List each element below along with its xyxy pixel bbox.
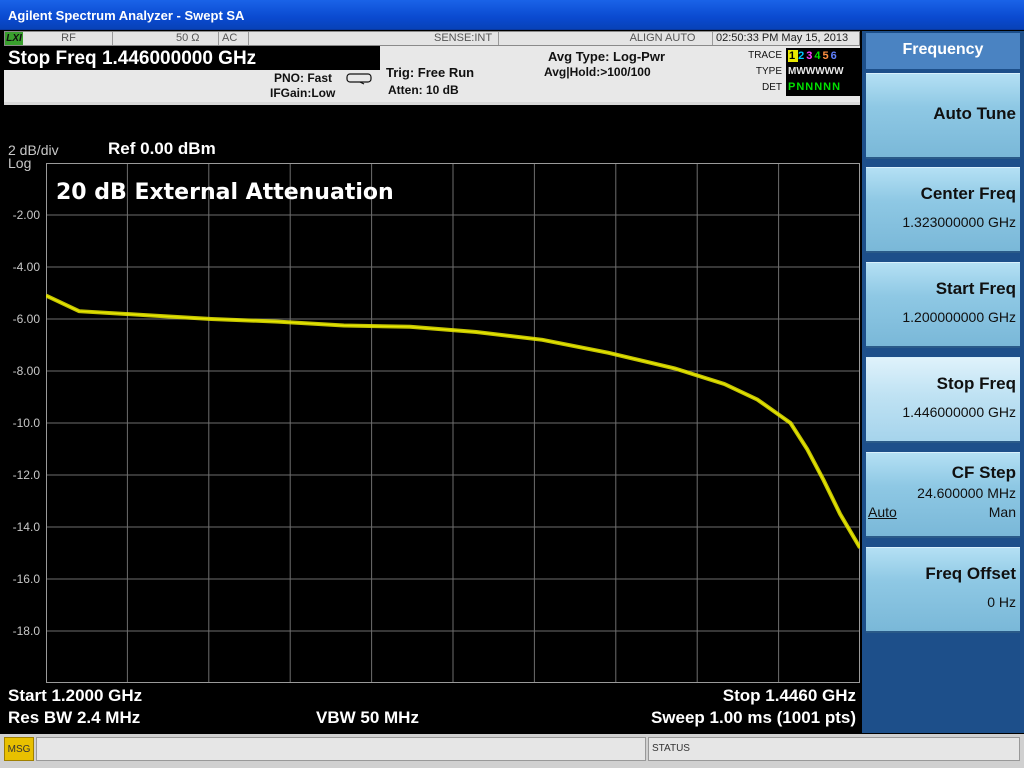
freq-offset-label: Freq Offset [925,564,1016,583]
y-tick-label: -4.00 [12,260,40,274]
start-freq-label: Start 1.2000 GHz [8,686,143,705]
y-tick-label: -14.0 [12,520,40,534]
msg-button[interactable]: MSG [4,737,34,761]
active-function-readout: Stop Freq 1.446000000 GHz [4,46,380,70]
y-tick-label: -18.0 [12,624,40,638]
log-label: Log [8,155,32,171]
res-bw-label: Res BW 2.4 MHz [8,708,141,727]
freq-offset-value: 0 Hz [987,594,1016,610]
y-tick-label: -8.00 [12,364,40,378]
y-tick-label: -6.00 [12,312,40,326]
cf-step-auto-option[interactable]: Auto [868,504,897,520]
graticule[interactable] [46,163,860,683]
start-freq-button[interactable]: Start Freq 1.200000000 GHz [866,262,1020,348]
freq-offset-button[interactable]: Freq Offset 0 Hz [866,547,1020,633]
sweep-label: Sweep 1.00 ms (1001 pts) [650,708,856,727]
cf-step-value: 24.600000 MHz [917,485,1016,501]
trace-6-number: 6 [830,50,839,62]
trace-1-number: 1 [788,50,799,62]
y-tick-label: -16.0 [12,572,40,586]
rf-indicator: RF [25,32,113,45]
trace-4-number: 4 [814,50,823,62]
menu-title: Frequency [866,33,1020,69]
auto-tune-label: Auto Tune [933,104,1016,123]
trace-status-box: 123456 MWWWWW PNNNNN [786,48,860,96]
auto-tune-button[interactable]: Auto Tune [866,73,1020,159]
datetime-display: 02:50:33 PM May 15, 2013 [716,32,849,44]
type-label: TYPE [755,66,782,77]
center-freq-label: Center Freq [920,184,1016,203]
softkey-panel: Frequency Auto Tune Center Freq 1.323000… [862,31,1024,733]
stop-freq-value: 1.446000000 GHz [902,404,1016,420]
align-indicator: ALIGN AUTO [613,32,713,45]
trigger-setting: Trig: Free Run [386,65,475,80]
center-freq-value: 1.323000000 GHz [902,214,1016,230]
vbw-label: VBW 50 MHz [316,708,419,727]
cf-step-label: CF Step [951,463,1016,482]
status-row: LXI RF 50 Ω AC SENSE:INT ALIGN AUTO 02:5… [4,31,860,46]
trace-5-number: 5 [822,50,831,62]
impedance-indicator: 50 Ω [173,32,219,45]
message-field [36,737,646,761]
stop-freq-button[interactable]: Stop Freq 1.446000000 GHz [866,357,1020,443]
det-label: DET [762,82,782,93]
avg-hold-setting: Avg|Hold:>100/100 [544,65,651,79]
plot-annotation: 20 dB External Attenuation [56,180,394,205]
trace-type-row: MWWWWW [788,66,844,77]
pno-setting: PNO: Fast [274,71,333,85]
ref-level-label: Ref 0.00 dBm [108,139,216,158]
plot-area: 2 dB/div Log Ref 0.00 dBm -2.00 -4.00 -6… [4,102,860,732]
stop-freq-label: Stop 1.4460 GHz [722,686,856,705]
y-tick-label: -10.0 [12,416,40,430]
start-freq-label: Start Freq [935,279,1016,298]
header-separator [4,102,860,105]
coupling-indicator: AC [219,32,249,45]
center-freq-button[interactable]: Center Freq 1.323000000 GHz [866,167,1020,253]
stop-freq-label: Stop Freq [936,374,1016,393]
message-bar: MSG STATUS [0,734,1024,768]
lxi-icon: LXI [5,32,23,45]
window-title: Agilent Spectrum Analyzer - Swept SA [0,0,1024,30]
trace-label: TRACE [748,50,782,61]
cf-step-man-option[interactable]: Man [989,504,1016,520]
y-tick-label: -12.0 [12,468,40,482]
settings-header: Stop Freq 1.446000000 GHz PNO: Fast IFGa… [4,46,860,102]
avg-type-setting: Avg Type: Log-Pwr [548,49,665,64]
cf-step-button[interactable]: CF Step 24.600000 MHz Auto Man [866,452,1020,538]
attenuation-setting: Atten: 10 dB [388,83,459,97]
ifgain-setting: IFGain:Low [270,86,336,100]
trace-det-row: PNNNNN [788,81,842,93]
pno-toggle-icon [346,73,372,85]
start-freq-value: 1.200000000 GHz [902,309,1016,325]
status-field[interactable]: STATUS [648,737,1020,761]
y-tick-label: -2.00 [12,208,40,222]
sense-indicator: SENSE:INT [431,32,499,45]
